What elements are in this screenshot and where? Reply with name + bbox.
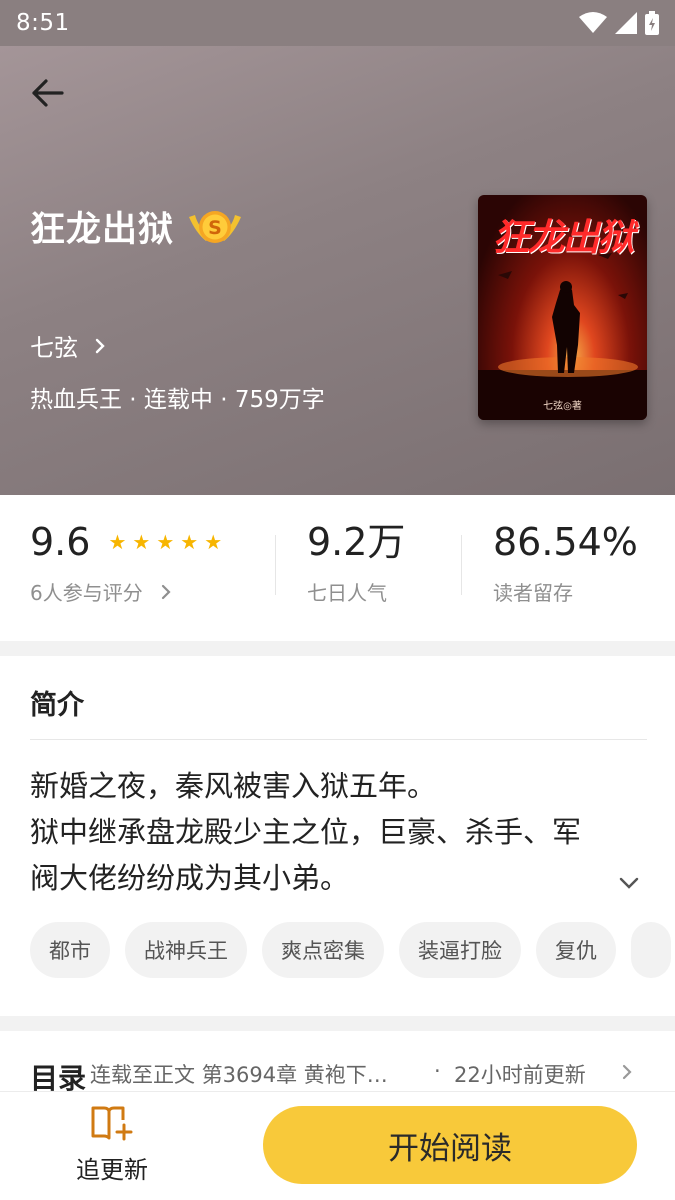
star-icon: ★ bbox=[108, 530, 127, 554]
tag-chip[interactable]: 爽点密集 bbox=[262, 922, 384, 978]
star-icon: ★ bbox=[156, 530, 175, 554]
rating-value: 9.6 bbox=[30, 520, 91, 564]
book-add-icon bbox=[91, 1106, 133, 1141]
book-title-row: 狂龙出狱 S bbox=[30, 201, 244, 252]
bottom-action-bar: 追更新 开始阅读 bbox=[0, 1091, 675, 1200]
popularity-stat: 9.2万 七日人气 bbox=[307, 523, 405, 606]
update-time: 22小时前更新 bbox=[454, 1063, 586, 1087]
retention-value: 86.54% bbox=[493, 520, 638, 564]
rating-stat[interactable]: 9.6 ★ ★ ★ ★ ★ 6人参与评分 bbox=[30, 523, 222, 606]
stats-row: 9.6 ★ ★ ★ ★ ★ 6人参与评分 9.2万 七日人气 86.54% 读者… bbox=[0, 495, 675, 641]
back-button[interactable] bbox=[24, 70, 70, 116]
tag-chip[interactable] bbox=[631, 922, 671, 978]
section-separator bbox=[0, 641, 675, 656]
tag-chip[interactable]: 都市 bbox=[30, 922, 110, 978]
follow-updates-button[interactable]: 追更新 bbox=[54, 1104, 170, 1185]
battery-icon bbox=[645, 11, 659, 35]
author-link[interactable]: 七弦 bbox=[30, 328, 106, 363]
chevron-right-icon bbox=[622, 1064, 632, 1080]
author-name: 七弦 bbox=[30, 334, 78, 362]
cover-author: 七弦◎著 bbox=[543, 401, 582, 412]
book-cover[interactable]: 狂龙出狱 七弦◎著 bbox=[478, 195, 647, 420]
intro-line: 狱中继承盘龙殿少主之位，巨豪、杀手、军 bbox=[30, 815, 582, 849]
chevron-right-icon bbox=[95, 338, 105, 353]
retention-stat: 86.54% 读者留存 bbox=[493, 523, 638, 606]
intro-heading: 简介 bbox=[30, 690, 84, 721]
follow-label: 追更新 bbox=[76, 1156, 148, 1184]
book-header: 狂龙出狱 S 七弦 热血兵王 · 连载中 · 759万字 狂龙出狱 七弦◎著 bbox=[0, 46, 675, 495]
intro-text[interactable]: 新婚之夜，秦风被害入狱五年。 狱中继承盘龙殿少主之位，巨豪、杀手、军 阀大佬纷纷… bbox=[30, 763, 650, 901]
cover-title: 狂龙出狱 bbox=[492, 216, 635, 259]
start-reading-button[interactable]: 开始阅读 bbox=[263, 1106, 637, 1184]
vip-s-badge-icon: S bbox=[189, 210, 242, 243]
intro-line: 新婚之夜，秦风被害入狱五年。 bbox=[30, 769, 437, 803]
tag-chip[interactable]: 复仇 bbox=[536, 922, 616, 978]
intro-line: 阀大佬纷纷成为其小弟。 bbox=[30, 861, 350, 895]
latest-chapter: 连载至正文 第3694章 黄袍下… bbox=[90, 1063, 388, 1087]
status-icons bbox=[579, 11, 659, 35]
catalog-row[interactable]: 目录 连载至正文 第3694章 黄袍下… · 22小时前更新 bbox=[0, 1031, 675, 1095]
stats-divider bbox=[461, 535, 462, 595]
section-separator bbox=[0, 1016, 675, 1031]
tag-chip[interactable]: 战神兵王 bbox=[125, 922, 247, 978]
wifi-icon bbox=[579, 12, 607, 33]
status-time: 8:51 bbox=[16, 10, 70, 36]
star-icon: ★ bbox=[204, 530, 223, 554]
rating-label: 6人参与评分 bbox=[30, 581, 143, 605]
book-title: 狂龙出狱 bbox=[30, 210, 175, 250]
popularity-value: 9.2万 bbox=[307, 520, 406, 564]
tag-chip[interactable]: 装逼打脸 bbox=[399, 922, 521, 978]
chevron-right-icon bbox=[161, 584, 171, 599]
retention-label: 读者留存 bbox=[493, 581, 573, 605]
status-bar: 8:51 bbox=[0, 0, 675, 46]
vip-badge-letter: S bbox=[208, 217, 222, 239]
intro-divider bbox=[30, 739, 647, 740]
popularity-label: 七日人气 bbox=[307, 581, 387, 605]
chevron-down-icon[interactable] bbox=[618, 876, 640, 890]
arrow-left-icon bbox=[32, 79, 64, 107]
tag-list: 都市 战神兵王 爽点密集 装逼打脸 复仇 bbox=[30, 922, 671, 978]
star-icon: ★ bbox=[180, 530, 199, 554]
star-icon: ★ bbox=[132, 530, 151, 554]
separator-dot: · bbox=[434, 1059, 441, 1083]
stats-divider bbox=[275, 535, 276, 595]
book-meta: 热血兵王 · 连载中 · 759万字 bbox=[30, 387, 325, 413]
signal-icon bbox=[615, 12, 637, 34]
rating-stars: ★ ★ ★ ★ ★ bbox=[108, 532, 222, 552]
